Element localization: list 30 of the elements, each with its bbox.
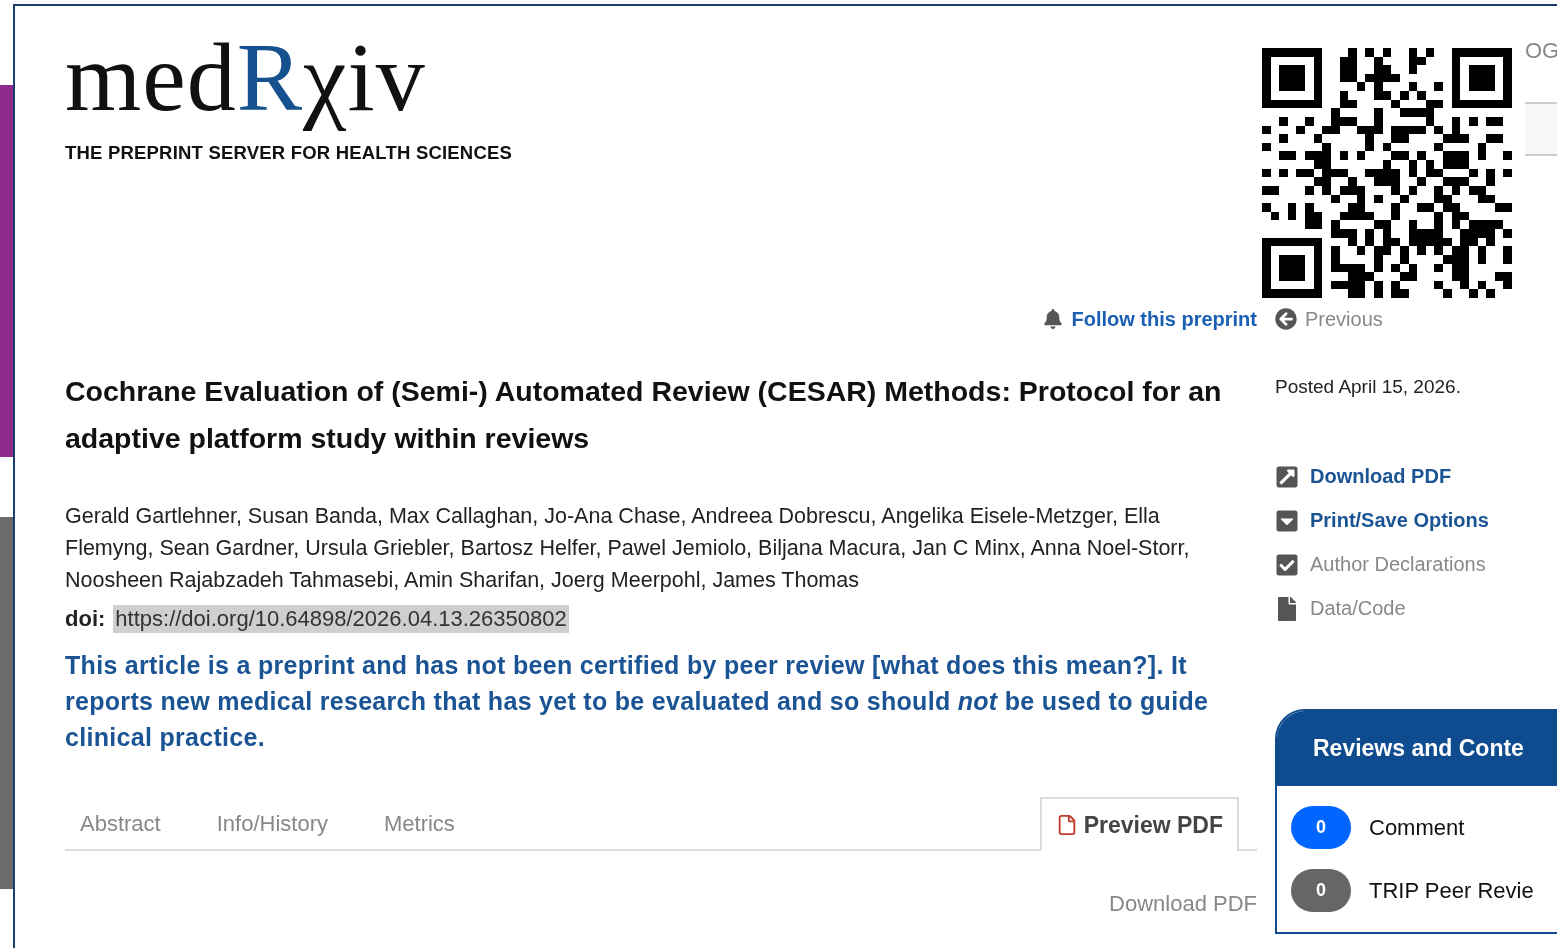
tagline: THE PREPRINT SERVER FOR HEALTH SCIENCES [65, 142, 514, 164]
tab[interactable]: Metrics [383, 811, 455, 849]
sidebar-link[interactable]: Data/Code [1275, 595, 1557, 622]
article-title: Cochrane Evaluation of (Semi-) Automated Review (CESAR) Methods: Protocol for an adaptive platform study within reviews [65, 374, 1223, 456]
qr-code-icon [1262, 48, 1512, 298]
doi-link[interactable]: https://doi.org/10.64898/2026.04.13.26350802 [113, 605, 569, 633]
previous-link[interactable]: Previous [1275, 302, 1557, 336]
posted-date: Posted April 15, 2026. [1275, 376, 1462, 398]
count-badge: 0 [1291, 869, 1351, 912]
file-icon [1275, 596, 1299, 621]
sidebar-link[interactable]: Download PDF [1275, 463, 1557, 490]
tab[interactable]: Info/History [216, 811, 328, 849]
download-pdf-link[interactable]: Download PDF [1109, 891, 1257, 917]
count-badge: 0 [1291, 806, 1351, 849]
bell-icon [1043, 309, 1064, 329]
preprint-notice: This article is a preprint and has not been certified by peer review [what does this mean?]. It reports new medical research that has yet to be evaluated and so should not be used to guide clinical practice. [65, 650, 1210, 753]
site-logo[interactable]: medRχiv [65, 18, 426, 136]
panel-title: Reviews and Conte [1277, 711, 1557, 786]
tab[interactable]: Abstract [80, 811, 161, 849]
sidebar-link[interactable]: Author Declarations [1275, 551, 1557, 578]
review-link[interactable]: Comment [1369, 814, 1465, 841]
back-arrow-icon [1275, 308, 1297, 330]
follow-link[interactable]: Follow this preprint [1043, 307, 1257, 331]
preview-pdf-tab[interactable]: Preview PDF [1039, 797, 1239, 851]
review-link[interactable]: TRIP Peer Revie [1369, 877, 1534, 904]
sidebar-link[interactable]: Print/Save Options [1275, 507, 1557, 534]
checkbox-icon [1275, 552, 1299, 577]
doi-label: doi: [65, 606, 106, 632]
external-link-icon [1275, 464, 1299, 489]
account-link[interactable]: OG [1525, 38, 1557, 64]
